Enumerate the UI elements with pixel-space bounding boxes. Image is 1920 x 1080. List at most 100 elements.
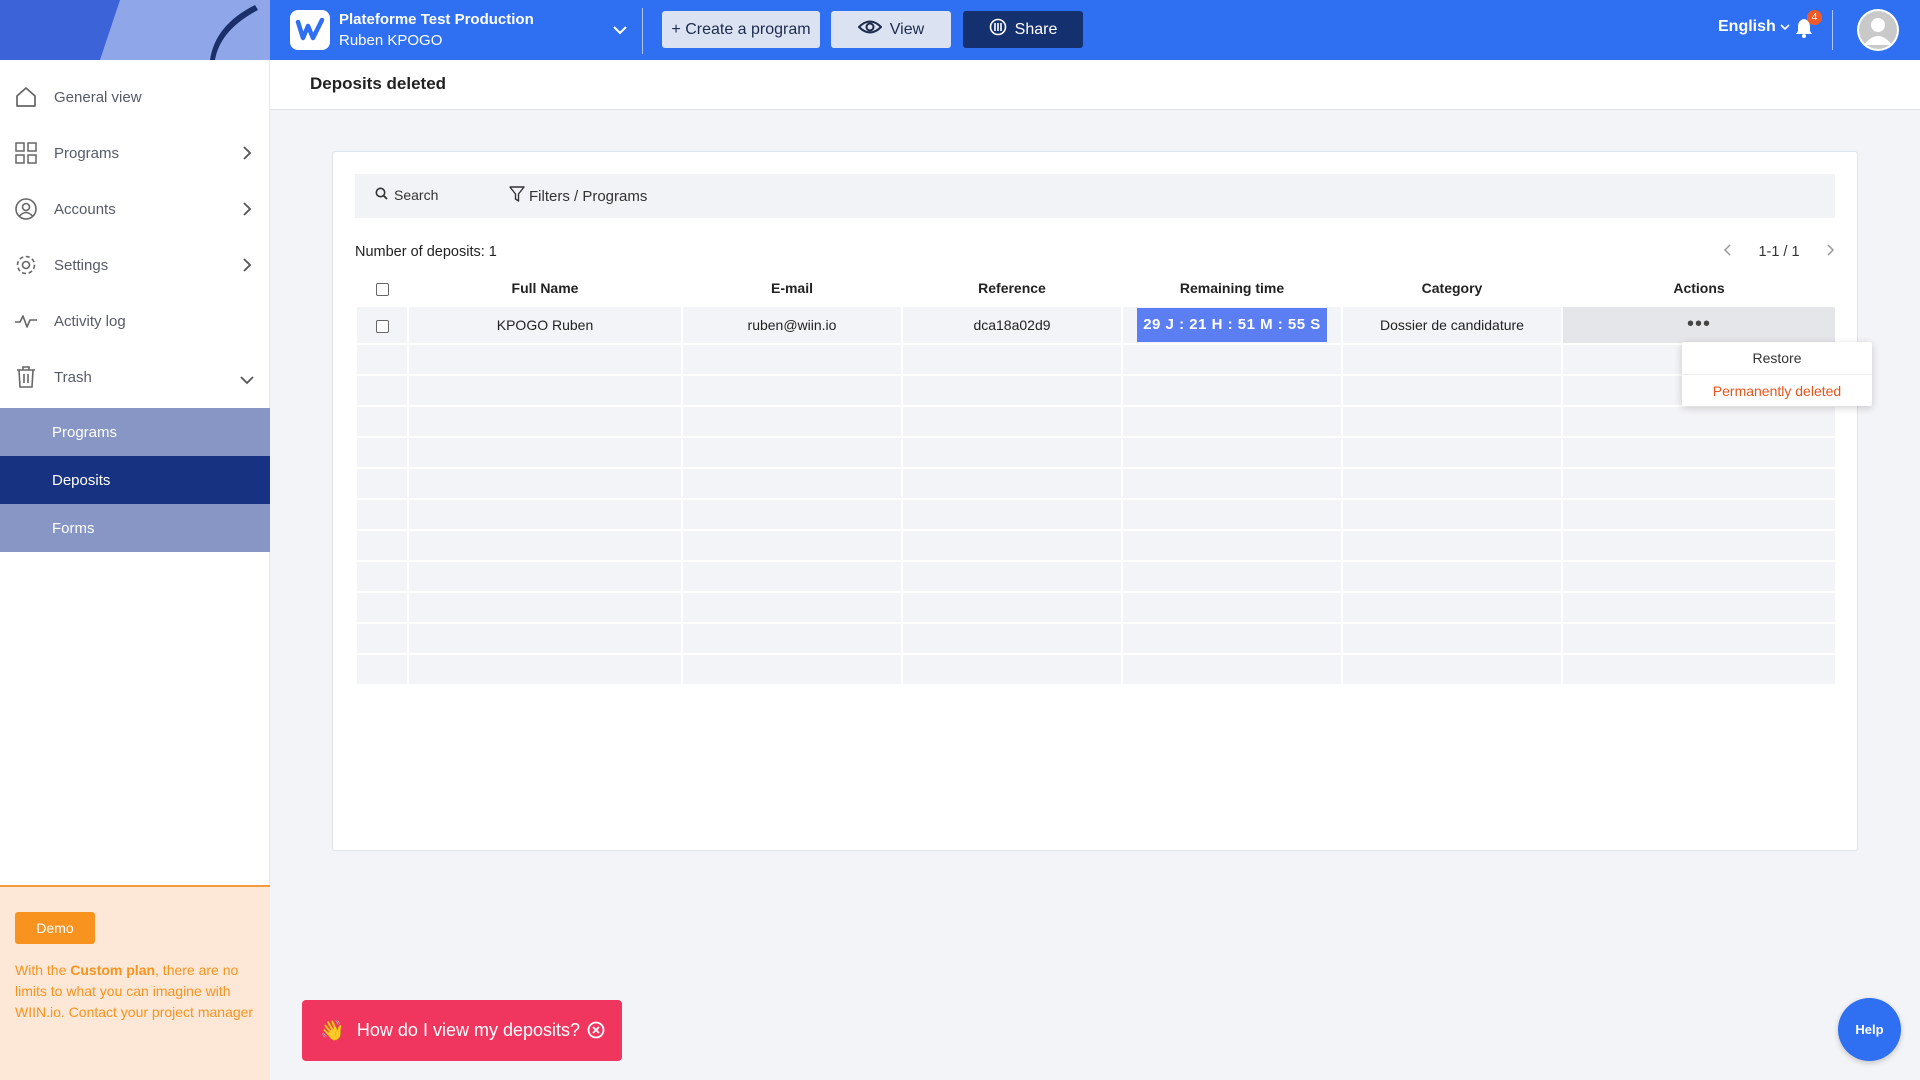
- chevron-right-icon[interactable]: [1827, 244, 1835, 260]
- sidebar-item-settings[interactable]: Settings: [0, 238, 270, 292]
- empty-cell: [1563, 407, 1835, 436]
- column-header-reference[interactable]: Reference: [903, 271, 1121, 305]
- cell-full-name: KPOGO Ruben: [409, 307, 681, 343]
- empty-cell: [1123, 593, 1341, 622]
- chevron-right-icon: [242, 258, 252, 276]
- promo-plan-name: Custom plan: [70, 962, 156, 978]
- trash-icon: [14, 365, 38, 393]
- table-row: KPOGO Ruben ruben@wiin.io dca18a02d9 29 …: [357, 307, 1835, 343]
- view-label: View: [889, 20, 925, 38]
- sidebar-item-general-view[interactable]: General view: [0, 70, 270, 124]
- home-icon: [14, 85, 38, 113]
- empty-cell: [409, 624, 681, 653]
- sidebar-item-label: Accounts: [54, 200, 116, 218]
- caret-down-icon: [1780, 18, 1790, 36]
- empty-cell: [903, 562, 1121, 591]
- column-header-category[interactable]: Category: [1343, 271, 1561, 305]
- empty-cell: [409, 407, 681, 436]
- demo-button[interactable]: Demo: [15, 912, 95, 944]
- empty-cell: [1563, 624, 1835, 653]
- empty-cell: [1123, 438, 1341, 467]
- empty-cell: [1123, 655, 1341, 684]
- empty-cell: [357, 500, 407, 529]
- waving-hand-icon: 👋: [320, 1020, 345, 1042]
- empty-cell: [1343, 438, 1561, 467]
- top-bar: Plateforme Test Production Ruben KPOGO +…: [0, 0, 1920, 60]
- empty-table-row: [357, 407, 1835, 436]
- share-icon: [989, 18, 1007, 41]
- search-button[interactable]: Search: [375, 187, 438, 203]
- empty-cell: [683, 376, 901, 405]
- view-button[interactable]: View: [831, 11, 951, 48]
- empty-cell: [1343, 562, 1561, 591]
- organization-switcher[interactable]: Plateforme Test Production Ruben KPOGO: [290, 8, 635, 52]
- select-all-checkbox[interactable]: [375, 282, 389, 296]
- sidebar-item-trash[interactable]: Trash: [0, 350, 270, 404]
- sidebar-item-activity-log[interactable]: Activity log: [0, 294, 270, 348]
- create-program-label: + Create a program: [671, 20, 811, 38]
- language-selector[interactable]: English: [1718, 18, 1790, 36]
- close-icon[interactable]: [587, 1021, 605, 1044]
- cell-reference: dca18a02d9: [903, 307, 1121, 343]
- empty-cell: [409, 438, 681, 467]
- sidebar-subitem-label: Forms: [52, 519, 95, 537]
- help-button[interactable]: Help: [1838, 998, 1901, 1061]
- empty-cell: [1343, 531, 1561, 560]
- empty-table-row: [357, 593, 1835, 622]
- empty-table-row: [357, 624, 1835, 653]
- empty-cell: [409, 531, 681, 560]
- sidebar-item-accounts[interactable]: Accounts: [0, 182, 270, 236]
- select-all-cell: [357, 271, 407, 305]
- chevron-down-icon: [613, 22, 627, 40]
- empty-cell: [357, 655, 407, 684]
- empty-cell: [1123, 376, 1341, 405]
- sidebar-subitem-programs[interactable]: Programs: [0, 408, 270, 456]
- avatar[interactable]: [1857, 9, 1899, 51]
- divider: [1832, 10, 1833, 50]
- empty-cell: [409, 655, 681, 684]
- empty-cell: [1123, 345, 1341, 374]
- sidebar-subitem-deposits[interactable]: Deposits: [0, 456, 270, 504]
- empty-cell: [903, 624, 1121, 653]
- chevron-right-icon: [242, 202, 252, 220]
- sidebar-item-label: Activity log: [54, 312, 126, 330]
- empty-cell: [683, 593, 901, 622]
- filters-button[interactable]: Filters / Programs: [509, 186, 647, 206]
- divider: [642, 8, 643, 54]
- empty-cell: [409, 562, 681, 591]
- sidebar-item-programs[interactable]: Programs: [0, 126, 270, 180]
- create-program-button[interactable]: + Create a program: [662, 11, 820, 48]
- more-actions-icon[interactable]: •••: [1687, 313, 1711, 335]
- empty-table-row: [357, 376, 1835, 405]
- how-to-view-deposits-button[interactable]: 👋 How do I view my deposits?: [302, 1000, 622, 1061]
- column-header-email[interactable]: E-mail: [683, 271, 901, 305]
- empty-cell: [903, 500, 1121, 529]
- empty-cell: [357, 438, 407, 467]
- empty-cell: [1343, 624, 1561, 653]
- language-label: English: [1718, 18, 1776, 35]
- sidebar-subitem-forms[interactable]: Forms: [0, 504, 270, 552]
- pagination: 1-1 / 1: [1723, 244, 1835, 260]
- chevron-left-icon[interactable]: [1723, 244, 1731, 260]
- empty-cell: [409, 345, 681, 374]
- column-header-full-name[interactable]: Full Name: [409, 271, 681, 305]
- empty-cell: [683, 469, 901, 498]
- column-header-remaining-time[interactable]: Remaining time: [1123, 271, 1341, 305]
- row-checkbox[interactable]: [375, 319, 389, 333]
- eye-icon: [857, 19, 883, 40]
- how-to-label: How do I view my deposits?: [356, 1020, 580, 1040]
- empty-cell: [683, 407, 901, 436]
- sidebar-item-label: Settings: [54, 256, 109, 274]
- permanently-delete-menu-item[interactable]: Permanently deleted: [1682, 374, 1872, 406]
- empty-cell: [409, 593, 681, 622]
- empty-cell: [1123, 562, 1341, 591]
- restore-menu-item[interactable]: Restore: [1682, 342, 1872, 374]
- empty-cell: [1563, 500, 1835, 529]
- empty-table-row: [357, 655, 1835, 684]
- empty-cell: [357, 376, 407, 405]
- empty-cell: [903, 438, 1121, 467]
- deposits-table: Full Name E-mail Reference Remaining tim…: [355, 269, 1837, 686]
- row-select-cell: [357, 307, 407, 343]
- share-button[interactable]: Share: [963, 11, 1083, 48]
- empty-cell: [1563, 438, 1835, 467]
